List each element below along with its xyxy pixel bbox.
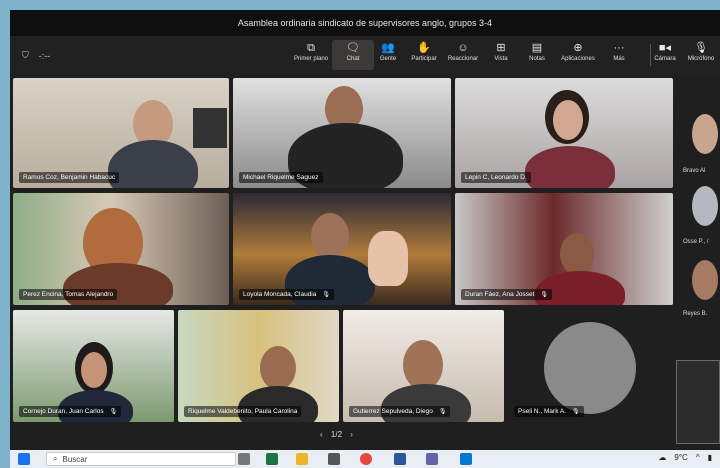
video-tile[interactable]: Loyola Moncada, Claudia 🎙 — [233, 193, 451, 305]
participant-video — [560, 233, 594, 275]
next-page-icon[interactable]: › — [350, 430, 353, 439]
page-indicator: 1/2 — [330, 430, 343, 439]
participant-body — [108, 140, 198, 188]
participant-video — [311, 213, 349, 259]
outlook-icon[interactable] — [460, 453, 472, 465]
waving-hand — [368, 231, 408, 286]
video-tile[interactable]: Perez Encina, Tomas Alejandro — [13, 193, 229, 305]
mic-muted-icon: 🎙 — [572, 409, 580, 415]
wall-picture — [193, 108, 227, 148]
participant-name: Gutierrez Sepulveda, Diego 🎙 — [349, 406, 451, 417]
weather-icon: ☁ — [658, 453, 667, 462]
prev-page-icon[interactable]: ‹ — [320, 430, 323, 439]
meeting-toolbar: ⛉ -:-- ⧉ Primer plano 🗨 Chat 👥 Gente ✋ P… — [10, 36, 720, 74]
participant-video — [403, 340, 443, 390]
participant-name: Duran Fáez, Ana Josset 🎙 — [461, 289, 552, 300]
avatar[interactable] — [692, 186, 718, 226]
window-border-left — [0, 0, 10, 468]
self-view-preview[interactable] — [676, 360, 720, 444]
screen-share-icon: ⧉ — [307, 42, 315, 54]
battery-icon[interactable]: ▮ — [708, 453, 712, 462]
calculator-icon[interactable] — [394, 453, 406, 465]
microphone-button[interactable]: 🎙 Micrófono — [680, 40, 720, 70]
participant-name: Lepin C, Leonardo D. — [461, 172, 531, 183]
participant-name: Perez Encina, Tomas Alejandro — [19, 289, 118, 300]
chrome-icon[interactable] — [360, 453, 372, 465]
file-explorer-icon[interactable] — [296, 453, 308, 465]
mic-muted-icon: 🎙 — [438, 409, 447, 415]
avatar[interactable] — [692, 260, 718, 300]
mic-muted-icon: 🎙 — [540, 292, 548, 298]
meeting-title: Asamblea ordinaria sindicato de supervis… — [237, 18, 493, 28]
temperature: 9°C — [674, 453, 688, 462]
participant-face — [81, 352, 107, 388]
participant-name: Loyola Moncada, Claudia 🎙 — [239, 289, 334, 300]
participant-face — [553, 100, 583, 140]
app-icon[interactable] — [328, 453, 340, 465]
chevron-up-icon[interactable]: ^ — [696, 453, 700, 462]
timer-text: -:-- — [38, 50, 51, 61]
participant-name: Riquelme Valdebenito, Paula Carolina — [184, 406, 302, 417]
participant-name: Pseli N., Mark A. 🎙 — [514, 406, 584, 417]
task-view-icon[interactable] — [238, 453, 250, 465]
participant-body — [525, 146, 615, 188]
raise-hand-icon: ✋ — [417, 42, 431, 54]
avatar — [544, 322, 636, 414]
system-tray: ☁ 9°C ^ ▮ — [658, 453, 712, 462]
primer-plano-button[interactable]: ⧉ Primer plano — [290, 40, 332, 70]
title-bar: Asamblea ordinaria sindicato de supervis… — [10, 10, 720, 36]
raise-hand-button[interactable]: ✋ Participar — [403, 40, 445, 70]
search-icon: ⌕ — [53, 454, 58, 463]
side-participant-name: Bravo Al — [683, 168, 706, 174]
participant-name: Michael Riquelme Saguez — [239, 172, 323, 183]
video-tile[interactable]: Ramos Coz, Benjamin Habacuc — [13, 78, 229, 188]
video-tile[interactable]: Michael Riquelme Saguez — [233, 78, 451, 188]
mic-icon: 🎙 — [694, 42, 708, 54]
participant-video — [260, 346, 296, 390]
windows-start-icon[interactable] — [18, 453, 30, 465]
video-tile[interactable]: Pseli N., Mark A. 🎙 — [508, 310, 673, 422]
apps-button[interactable]: ⊕ Aplicaciones — [557, 40, 599, 70]
video-tile[interactable]: Duran Fáez, Ana Josset 🎙 — [455, 193, 673, 305]
video-tile[interactable]: Cornejo Duran, Juan Carlos 🎙 — [13, 310, 174, 422]
notes-icon: ▤ — [531, 42, 543, 54]
video-tile[interactable]: Gutierrez Sepulveda, Diego 🎙 — [343, 310, 504, 422]
participant-name: Cornejo Duran, Juan Carlos 🎙 — [19, 406, 122, 417]
meeting-timer: ⛉ -:-- — [22, 50, 50, 61]
react-button[interactable]: ☺ Reaccionar — [442, 40, 484, 70]
more-icon: ··· — [613, 42, 625, 54]
mic-muted-icon: 🎙 — [322, 292, 330, 298]
taskbar-search[interactable]: ⌕ Buscar — [46, 452, 236, 466]
notes-button[interactable]: ▤ Notas — [516, 40, 558, 70]
avatar[interactable] — [692, 114, 718, 154]
mic-muted-icon: 🎙 — [109, 409, 118, 415]
excel-icon[interactable] — [266, 453, 278, 465]
participant-name: Ramos Coz, Benjamin Habacuc — [19, 172, 120, 183]
add-app-icon: ⊕ — [573, 42, 583, 54]
shield-icon: ⛉ — [22, 50, 29, 60]
pagination: ‹ 1/2 › — [320, 430, 353, 439]
more-button[interactable]: ··· Más — [598, 40, 640, 70]
video-tile[interactable]: Lepin C, Leonardo D. — [455, 78, 673, 188]
side-participant-name: Osse P., / — [683, 239, 709, 245]
teams-icon[interactable] — [426, 453, 438, 465]
window-border — [0, 0, 720, 10]
smile-icon: ☺ — [457, 42, 469, 54]
side-participant-name: Reyes B. — [683, 311, 708, 317]
video-tile[interactable]: Riquelme Valdebenito, Paula Carolina — [178, 310, 339, 422]
taskbar: ⌕ Buscar ☁ 9°C ^ ▮ — [10, 450, 720, 468]
